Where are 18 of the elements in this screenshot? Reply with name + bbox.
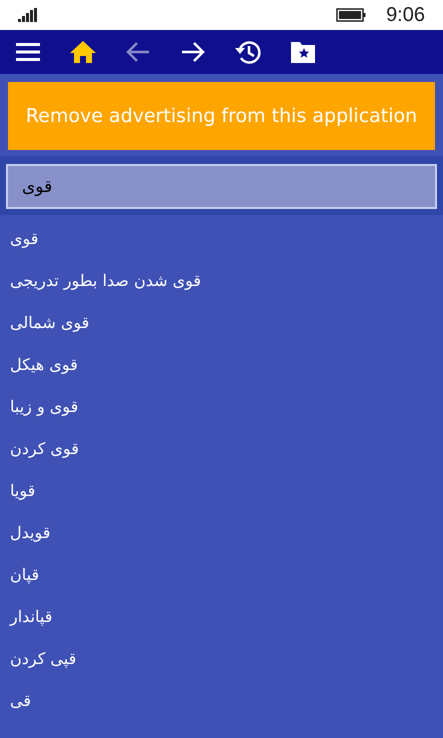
clock-time: 9:06 bbox=[386, 4, 425, 26]
result-item[interactable]: قوی bbox=[10, 228, 38, 248]
result-item[interactable]: قپاندار bbox=[10, 606, 52, 626]
result-item[interactable]: قوی و زیبا bbox=[10, 396, 78, 416]
search-field[interactable]: قوی bbox=[6, 164, 437, 209]
result-item[interactable]: قوی شدن صدا بطور تدریجی bbox=[10, 270, 202, 290]
history-icon[interactable] bbox=[234, 38, 262, 66]
result-item[interactable]: قویدل bbox=[10, 522, 50, 542]
result-item[interactable]: قوی کردن bbox=[10, 438, 79, 458]
result-item[interactable]: قوی شمالی bbox=[10, 312, 90, 332]
result-item[interactable]: قپی کردن bbox=[10, 648, 76, 668]
result-item[interactable]: قی bbox=[10, 690, 31, 710]
result-item[interactable]: قپان bbox=[10, 564, 40, 584]
result-item[interactable]: قوی هیکل bbox=[10, 354, 78, 374]
result-item[interactable]: قویا bbox=[10, 480, 36, 500]
home-icon[interactable] bbox=[69, 38, 97, 66]
signal-icon bbox=[18, 8, 39, 22]
battery-icon bbox=[336, 8, 366, 22]
